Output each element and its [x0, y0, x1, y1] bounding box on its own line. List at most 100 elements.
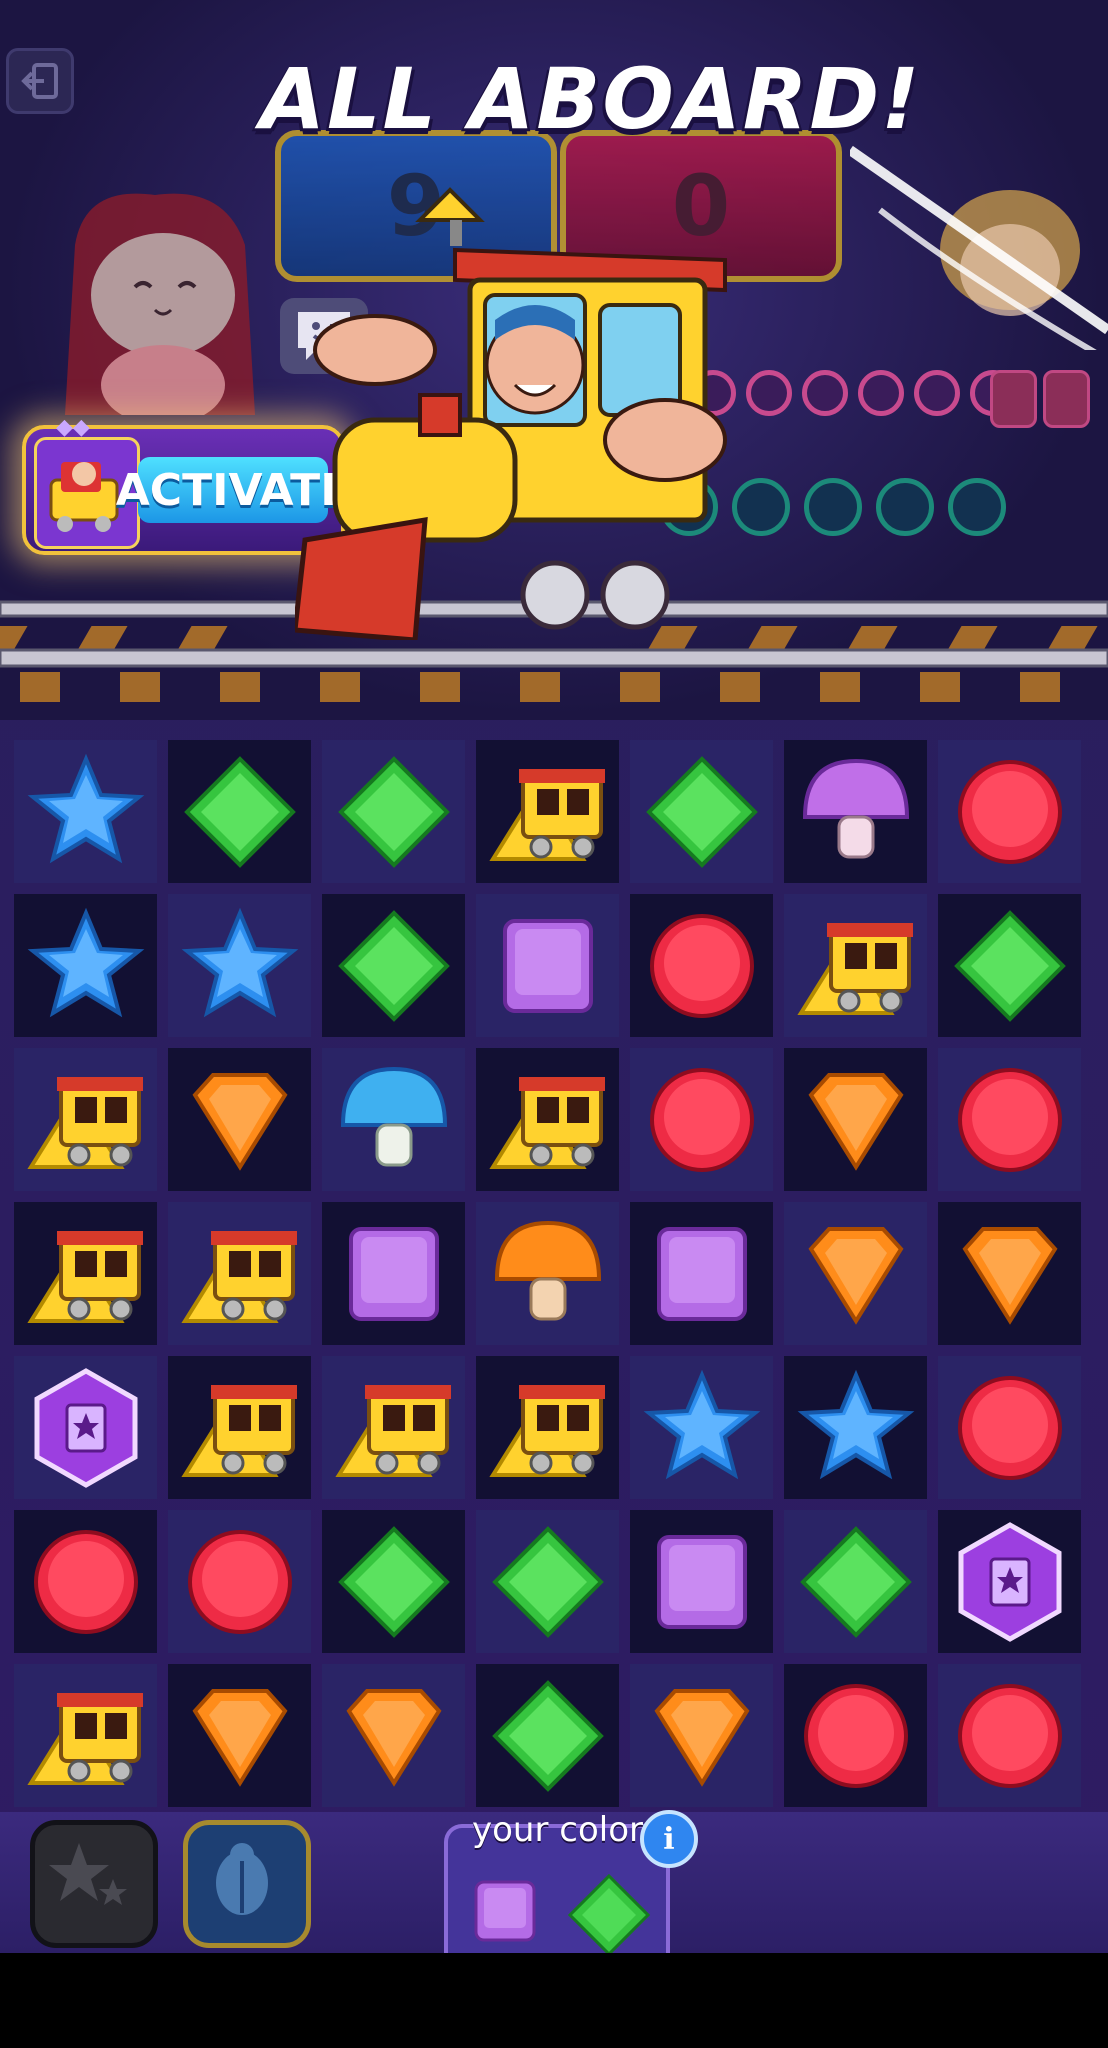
board-cell[interactable] [322, 1202, 465, 1345]
board-cell[interactable] [784, 1202, 927, 1345]
board-cell[interactable] [938, 740, 1081, 883]
board-cell[interactable] [630, 1356, 773, 1499]
train-piece[interactable] [168, 1202, 311, 1345]
board-cell[interactable] [168, 1356, 311, 1499]
board-cell[interactable] [322, 1664, 465, 1807]
train-piece[interactable] [784, 894, 927, 1037]
board-cell[interactable] [630, 740, 773, 883]
board-cell[interactable] [14, 1048, 157, 1191]
diamond-green-piece[interactable] [322, 1510, 465, 1653]
train-piece[interactable] [14, 1048, 157, 1191]
star-blue-piece[interactable] [168, 894, 311, 1037]
board-cell[interactable] [168, 1202, 311, 1345]
board-cell[interactable] [938, 1356, 1081, 1499]
board-cell[interactable] [938, 1202, 1081, 1345]
board-cell[interactable] [784, 894, 927, 1037]
board-cell[interactable] [630, 1202, 773, 1345]
circle-red-piece[interactable] [938, 1048, 1081, 1191]
circle-red-piece[interactable] [630, 1048, 773, 1191]
board-cell[interactable] [938, 1048, 1081, 1191]
circle-red-piece[interactable] [938, 1664, 1081, 1807]
diamond-green-piece[interactable] [322, 894, 465, 1037]
board-cell[interactable] [630, 1048, 773, 1191]
game-board[interactable] [14, 740, 1094, 1816]
train-piece[interactable] [476, 1048, 619, 1191]
shield-orange-piece[interactable] [784, 1202, 927, 1345]
train-piece[interactable] [322, 1356, 465, 1499]
circle-red-piece[interactable] [938, 740, 1081, 883]
star-blue-piece[interactable] [14, 740, 157, 883]
circle-red-piece[interactable] [938, 1356, 1081, 1499]
mushroom-purple-piece[interactable] [784, 740, 927, 883]
board-cell[interactable] [630, 1510, 773, 1653]
mushroom-orange-piece[interactable] [476, 1202, 619, 1345]
star-blue-piece[interactable] [14, 894, 157, 1037]
train-piece[interactable] [476, 1356, 619, 1499]
board-cell[interactable] [322, 1356, 465, 1499]
shield-orange-piece[interactable] [168, 1664, 311, 1807]
board-cell[interactable] [476, 894, 619, 1037]
board-cell[interactable] [168, 1510, 311, 1653]
beetle-booster-button[interactable] [183, 1820, 311, 1948]
square-purple-piece[interactable] [630, 1510, 773, 1653]
diamond-green-piece[interactable] [322, 740, 465, 883]
shield-orange-piece[interactable] [322, 1664, 465, 1807]
shield-orange-piece[interactable] [938, 1202, 1081, 1345]
hex-book-piece[interactable] [14, 1356, 157, 1499]
board-cell[interactable] [322, 1510, 465, 1653]
square-purple-piece[interactable] [476, 894, 619, 1037]
board-cell[interactable] [938, 1510, 1081, 1653]
star-blue-piece[interactable] [784, 1356, 927, 1499]
board-cell[interactable] [476, 1510, 619, 1653]
board-cell[interactable] [168, 894, 311, 1037]
board-cell[interactable] [784, 1048, 927, 1191]
star-blue-piece[interactable] [630, 1356, 773, 1499]
shield-orange-piece[interactable] [784, 1048, 927, 1191]
board-cell[interactable] [938, 1664, 1081, 1807]
board-cell[interactable] [938, 894, 1081, 1037]
board-cell[interactable] [168, 1664, 311, 1807]
board-cell[interactable] [14, 1510, 157, 1653]
board-cell[interactable] [14, 1664, 157, 1807]
mushroom-blue-piece[interactable] [322, 1048, 465, 1191]
shield-orange-piece[interactable] [168, 1048, 311, 1191]
board-cell[interactable] [168, 1048, 311, 1191]
board-cell[interactable] [630, 894, 773, 1037]
diamond-green-piece[interactable] [476, 1664, 619, 1807]
board-cell[interactable] [14, 894, 157, 1037]
board-cell[interactable] [14, 740, 157, 883]
circle-red-piece[interactable] [630, 894, 773, 1037]
board-cell[interactable] [784, 1510, 927, 1653]
train-piece[interactable] [168, 1356, 311, 1499]
board-cell[interactable] [476, 1202, 619, 1345]
square-purple-piece[interactable] [630, 1202, 773, 1345]
diamond-green-piece[interactable] [784, 1510, 927, 1653]
train-piece[interactable] [14, 1202, 157, 1345]
circle-red-piece[interactable] [14, 1510, 157, 1653]
hex-book-piece[interactable] [938, 1510, 1081, 1653]
board-cell[interactable] [322, 894, 465, 1037]
board-cell[interactable] [784, 1356, 927, 1499]
diamond-green-piece[interactable] [476, 1510, 619, 1653]
board-cell[interactable] [476, 1356, 619, 1499]
diamond-green-piece[interactable] [168, 740, 311, 883]
train-piece[interactable] [14, 1664, 157, 1807]
board-cell[interactable] [322, 1048, 465, 1191]
board-cell[interactable] [476, 740, 619, 883]
board-cell[interactable] [14, 1356, 157, 1499]
board-cell[interactable] [784, 740, 927, 883]
stars-booster-button[interactable] [30, 1820, 158, 1948]
square-purple-piece[interactable] [322, 1202, 465, 1345]
board-cell[interactable] [168, 740, 311, 883]
circle-red-piece[interactable] [784, 1664, 927, 1807]
diamond-green-piece[interactable] [630, 740, 773, 883]
board-cell[interactable] [14, 1202, 157, 1345]
board-cell[interactable] [784, 1664, 927, 1807]
info-icon[interactable]: i [640, 1810, 698, 1868]
train-piece[interactable] [476, 740, 619, 883]
exit-button[interactable] [6, 48, 74, 114]
board-cell[interactable] [322, 740, 465, 883]
diamond-green-piece[interactable] [938, 894, 1081, 1037]
board-cell[interactable] [630, 1664, 773, 1807]
shield-orange-piece[interactable] [630, 1664, 773, 1807]
